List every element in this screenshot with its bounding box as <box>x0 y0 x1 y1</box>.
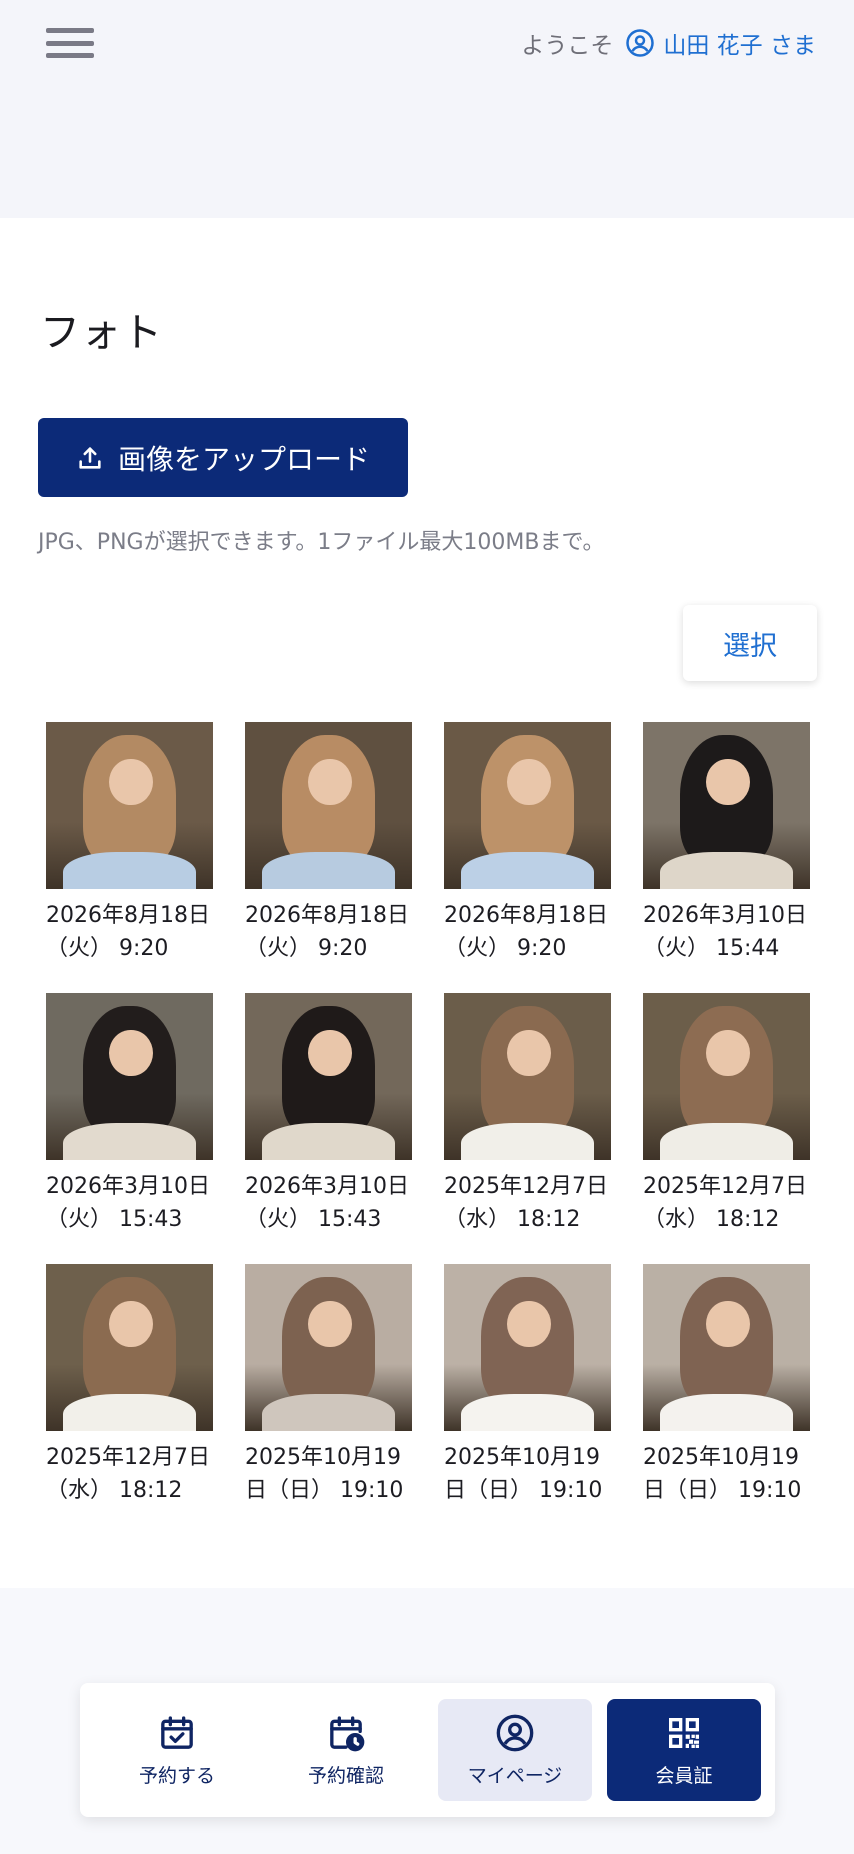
photo-date: 2025年10月19 日（日） 19:10 <box>444 1445 603 1503</box>
nav-member-card-label: 会員証 <box>655 1764 713 1787</box>
photo-date: 2026年3月10日 （火） 15:44 <box>643 903 807 961</box>
photo-grid: 2026年8月18日 （火） 9:20 2026年8月18日 （火） 9:20 20… <box>46 722 826 1507</box>
photo-date: 2026年3月10日 （火） 15:43 <box>245 1174 409 1232</box>
photo-thumbnail <box>643 1264 810 1431</box>
nav-reserve[interactable]: 予約する <box>100 1699 254 1801</box>
page-title: フォト <box>40 310 163 356</box>
photo-thumbnail <box>444 1264 611 1431</box>
photo-item[interactable]: 2025年12月7日 （水） 18:12 <box>444 993 611 1236</box>
photo-item[interactable]: 2025年12月7日 （水） 18:12 <box>643 993 810 1236</box>
photo-item[interactable]: 2026年8月18日 （火） 9:20 <box>46 722 213 965</box>
photo-thumbnail <box>444 993 611 1160</box>
welcome-text: ようこそ <box>521 33 614 59</box>
photo-date: 2025年12月7日 （水） 18:12 <box>46 1445 210 1503</box>
photo-item[interactable]: 2025年10月19 日（日） 19:10 <box>444 1264 611 1507</box>
photo-item[interactable]: 2026年3月10日 （火） 15:43 <box>245 993 412 1236</box>
photo-thumbnail <box>643 722 810 889</box>
welcome-area: ようこそ 山田 花子 さま <box>521 26 816 60</box>
photo-item[interactable]: 2025年12月7日 （水） 18:12 <box>46 1264 213 1507</box>
photo-date: 2026年8月18日 （火） 9:20 <box>46 903 210 961</box>
photo-thumbnail <box>46 993 213 1160</box>
upload-icon <box>79 446 101 469</box>
user-profile-link[interactable]: 山田 花子 さま <box>625 26 816 60</box>
nav-mypage-label: マイページ <box>467 1764 563 1787</box>
select-button[interactable]: 選択 <box>683 605 817 681</box>
photo-item[interactable]: 2026年8月18日 （火） 9:20 <box>245 722 412 965</box>
photo-item[interactable]: 2026年3月10日 （火） 15:43 <box>46 993 213 1236</box>
photo-item[interactable]: 2025年10月19 日（日） 19:10 <box>643 1264 810 1507</box>
calendar-clock-icon <box>330 1715 365 1751</box>
nav-confirm-label: 予約確認 <box>307 1764 384 1787</box>
photo-thumbnail <box>245 1264 412 1431</box>
photo-item[interactable]: 2026年3月10日 （火） 15:44 <box>643 722 810 965</box>
user-circle-icon <box>496 1714 534 1751</box>
photo-date: 2025年12月7日 （水） 18:12 <box>444 1174 608 1232</box>
qr-code-icon <box>669 1717 699 1748</box>
photo-date: 2026年8月18日 （火） 9:20 <box>444 903 608 961</box>
calendar-check-icon <box>161 1715 193 1749</box>
photo-thumbnail <box>46 1264 213 1431</box>
nav-confirm[interactable]: 予約確認 <box>269 1699 423 1801</box>
photo-thumbnail <box>444 722 611 889</box>
photo-thumbnail <box>245 722 412 889</box>
photo-date: 2025年12月7日 （水） 18:12 <box>643 1174 807 1232</box>
menu-icon[interactable] <box>44 24 96 62</box>
nav-reserve-label: 予約する <box>138 1764 215 1787</box>
upload-hint: JPG、PNGが選択できます。1ファイル最大100MBまで。 <box>38 530 605 555</box>
header: ようこそ 山田 花子 さま <box>0 0 854 218</box>
photo-item[interactable]: 2025年10月19 日（日） 19:10 <box>245 1264 412 1507</box>
photo-thumbnail <box>46 722 213 889</box>
nav-member-card[interactable]: 会員証 <box>607 1699 761 1801</box>
upload-button-label: 画像をアップロード <box>117 442 370 476</box>
nav-mypage[interactable]: マイページ <box>438 1699 592 1801</box>
photo-item[interactable]: 2026年8月18日 （火） 9:20 <box>444 722 611 965</box>
user-circle-icon <box>626 29 655 57</box>
upload-image-button[interactable]: 画像をアップロード <box>38 418 408 497</box>
photo-date: 2026年8月18日 （火） 9:20 <box>245 903 409 961</box>
photo-thumbnail <box>245 993 412 1160</box>
photo-date: 2026年3月10日 （火） 15:43 <box>46 1174 210 1232</box>
bottom-navigation: 予約する 予約確認 マイページ 会員証 <box>80 1683 775 1817</box>
photo-date: 2025年10月19 日（日） 19:10 <box>643 1445 802 1503</box>
photo-thumbnail <box>643 993 810 1160</box>
photo-page: フォト 画像をアップロード JPG、PNGが選択できます。1ファイル最大100M… <box>0 218 854 1588</box>
user-name: 山田 花子 さま <box>663 33 816 59</box>
photo-date: 2025年10月19 日（日） 19:10 <box>245 1445 404 1503</box>
